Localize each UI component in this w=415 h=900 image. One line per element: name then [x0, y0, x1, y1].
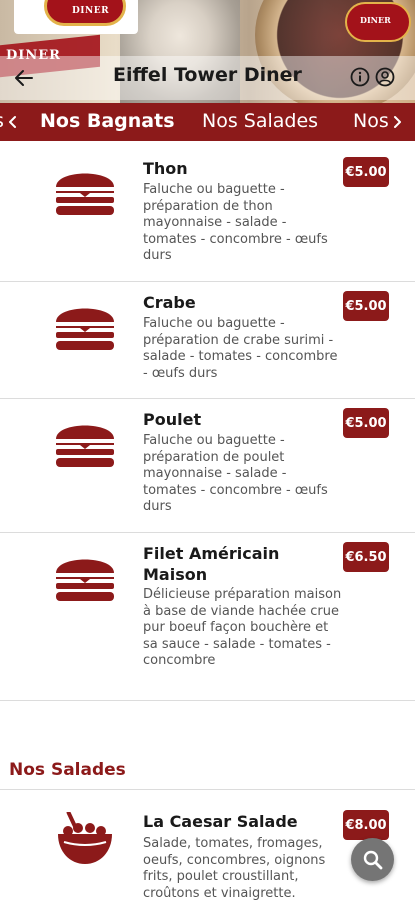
restaurant-logo: DINER [14, 0, 138, 34]
tab-previous[interactable]: s [0, 110, 4, 132]
chevron-left-icon[interactable] [6, 115, 20, 129]
item-price: €5.00 [343, 157, 389, 187]
search-icon [363, 850, 382, 869]
item-name: Filet Américain Maison [143, 544, 280, 584]
section-title: Nos Salades [9, 760, 126, 780]
menu-item[interactable]: Thon Faluche ou baguette - préparation d… [0, 141, 415, 282]
tab-nos-salades[interactable]: Nos Salades [202, 110, 318, 132]
item-name: La Caesar Salade [143, 812, 298, 831]
category-tabs: s Nos Bagnats Nos Salades Nos [0, 103, 415, 141]
info-button[interactable] [349, 66, 371, 88]
account-icon [375, 67, 395, 87]
tab-next-category[interactable]: Nos [353, 110, 389, 132]
item-description: Salade, tomates, fromages, oeufs, concom… [143, 836, 326, 900]
item-price: €6.50 [343, 542, 389, 572]
item-name: Thon [143, 159, 188, 178]
burger-icon [56, 559, 114, 601]
burger-icon [56, 173, 114, 215]
header-logo-right-text: DINER [360, 15, 391, 25]
item-name: Poulet [143, 410, 202, 429]
logo-text: DINER [72, 6, 110, 16]
tab-nos-bagnats[interactable]: Nos Bagnats [40, 110, 175, 132]
item-description: Faluche ou baguette - préparation de tho… [143, 182, 328, 263]
item-price: €5.00 [343, 408, 389, 438]
chevron-right-icon[interactable] [390, 115, 404, 129]
account-button[interactable] [374, 66, 396, 88]
menu-item[interactable]: Filet Américain Maison Délicieuse prépar… [0, 533, 415, 701]
item-description: Faluche ou baguette - préparation de pou… [143, 433, 328, 514]
burger-icon [56, 425, 114, 467]
search-button[interactable] [351, 838, 394, 881]
info-icon [350, 67, 370, 87]
menu-item[interactable]: Crabe Faluche ou baguette - préparation … [0, 282, 415, 399]
item-name: Crabe [143, 293, 196, 312]
item-description: Délicieuse préparation maison à base de … [143, 587, 342, 668]
burger-icon [56, 308, 114, 350]
menu-item[interactable]: La Caesar Salade Salade, tomates, fromag… [0, 790, 415, 900]
item-description: Faluche ou baguette - préparation de cra… [143, 316, 338, 381]
item-price: €5.00 [343, 291, 389, 321]
item-price: €8.00 [343, 810, 389, 840]
menu-item[interactable]: Poulet Faluche ou baguette - préparation… [0, 399, 415, 533]
header-banner: DINER DINER DINER Eiffel Tower Diner [0, 0, 415, 103]
salad-bowl-icon [58, 812, 112, 864]
